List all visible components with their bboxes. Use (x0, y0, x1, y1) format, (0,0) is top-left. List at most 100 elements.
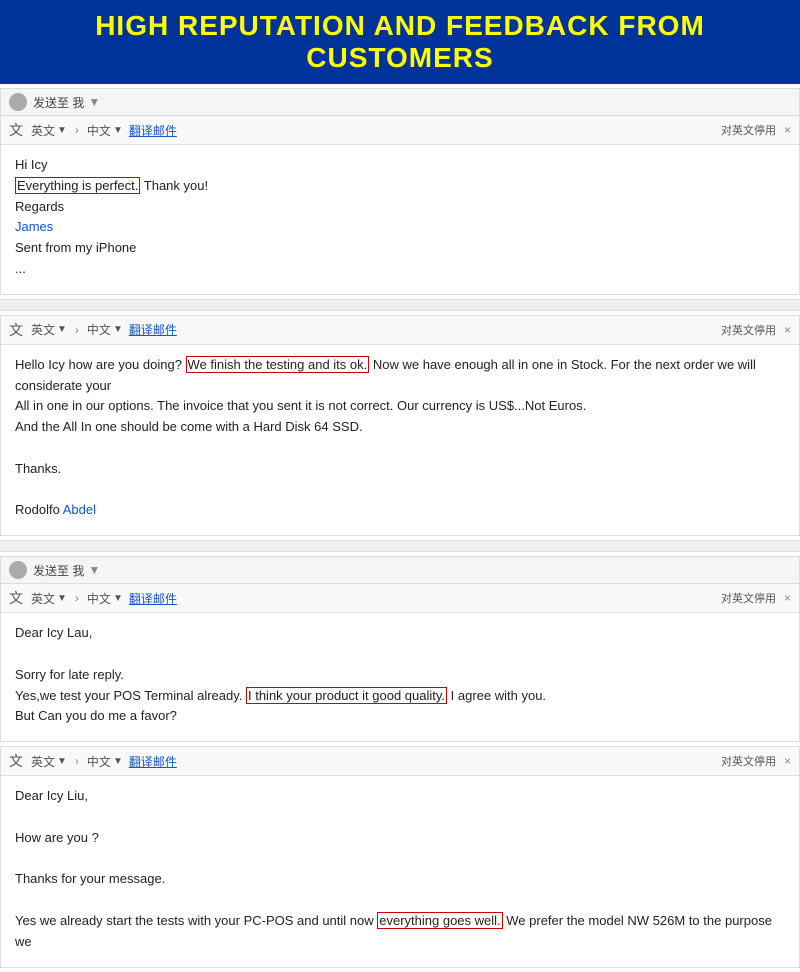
email2-sig-blue: Abdel (63, 502, 96, 517)
email1-sent: Sent from my iPhone (15, 238, 785, 259)
email1-line1: Everything is perfect. Thank you! (15, 176, 785, 197)
dropdown-arrow-3[interactable]: ▼ (88, 563, 100, 577)
close-btn-4[interactable]: × (784, 754, 791, 768)
lang-arrow-right-4: › (75, 754, 79, 768)
email-body-4: Dear Icy Liu, How are you ? Thanks for y… (1, 776, 799, 966)
translate-link-2[interactable]: 翻译邮件 (129, 321, 177, 338)
email-body-3: Dear Icy Lau, Sorry for late reply. Yes,… (1, 613, 799, 741)
lang-from-label-1: 英文 (31, 122, 55, 139)
email-block-1: 发送至 我 ▼ 文 英文 ▼ › 中文 ▼ 翻译邮件 对英文停用 × Hi Ic… (0, 88, 800, 295)
email3-line2: Yes,we test your POS Terminal already. I… (15, 686, 785, 707)
translate-bar-right-4: 对英文停用 × (721, 753, 791, 769)
send-to-bar-3: 发送至 我 ▼ (1, 557, 799, 584)
email-body-2: Hello Icy how are you doing? We finish t… (1, 345, 799, 535)
divider-1 (0, 299, 800, 311)
email2-highlight: We finish the testing and its ok. (186, 356, 370, 373)
translate-bar-1: 文 英文 ▼ › 中文 ▼ 翻译邮件 对英文停用 × (1, 116, 799, 145)
email2-line1-before: Hello Icy how are you doing? (15, 357, 186, 372)
translate-link-1[interactable]: 翻译邮件 (129, 122, 177, 139)
email1-name: James (15, 217, 785, 238)
translate-icon-3: 文 (9, 588, 23, 608)
lang-from-btn-2[interactable]: 英文 ▼ (31, 321, 67, 338)
email-block-2: 文 英文 ▼ › 中文 ▼ 翻译邮件 对英文停用 × Hello Icy how… (0, 315, 800, 536)
lang-to-btn-2[interactable]: 中文 ▼ (87, 321, 123, 338)
send-to-text-3: 发送至 我 (33, 562, 84, 579)
english-only-2: 对英文停用 (721, 322, 776, 338)
close-btn-1[interactable]: × (784, 123, 791, 137)
lang-from-arrow-2: ▼ (57, 324, 67, 335)
lang-to-label-3: 中文 (87, 590, 111, 607)
dropdown-arrow-1[interactable]: ▼ (88, 95, 100, 109)
header-banner: HIGH REPUTATION AND FEEDBACK FROM CUSTOM… (0, 0, 800, 84)
email2-line3: And the All In one should be come with a… (15, 417, 785, 438)
lang-from-arrow-4: ▼ (57, 756, 67, 767)
translate-bar-right-1: 对英文停用 × (721, 122, 791, 138)
close-btn-2[interactable]: × (784, 323, 791, 337)
translate-bar-right-2: 对英文停用 × (721, 322, 791, 338)
email4-line1: How are you ? (15, 828, 785, 849)
translate-bar-4: 文 英文 ▼ › 中文 ▼ 翻译邮件 对英文停用 × (1, 747, 799, 776)
lang-from-label-3: 英文 (31, 590, 55, 607)
close-btn-3[interactable]: × (784, 591, 791, 605)
lang-arrow-right-3: › (75, 591, 79, 605)
translate-bar-3: 文 英文 ▼ › 中文 ▼ 翻译邮件 对英文停用 × (1, 584, 799, 613)
translate-bar-right-3: 对英文停用 × (721, 590, 791, 606)
translate-link-4[interactable]: 翻译邮件 (129, 753, 177, 770)
lang-to-arrow-3: ▼ (113, 593, 123, 604)
email2-sig-normal: Rodolfo (15, 502, 63, 517)
email4-highlight: everything goes well. (377, 912, 502, 929)
lang-to-arrow-1: ▼ (113, 125, 123, 136)
email1-line1-after: Thank you! (144, 178, 208, 193)
lang-from-label-4: 英文 (31, 753, 55, 770)
lang-from-btn-3[interactable]: 英文 ▼ (31, 590, 67, 607)
avatar-3 (9, 561, 27, 579)
email1-greeting: Hi Icy (15, 155, 785, 176)
email3-line2-before: Yes,we test your POS Terminal already. (15, 688, 246, 703)
email2-line1: Hello Icy how are you doing? We finish t… (15, 355, 785, 397)
lang-to-label-1: 中文 (87, 122, 111, 139)
translate-icon-1: 文 (9, 120, 23, 140)
lang-from-btn-1[interactable]: 英文 ▼ (31, 122, 67, 139)
email2-thanks: Thanks. (15, 459, 785, 480)
english-only-4: 对英文停用 (721, 753, 776, 769)
english-only-3: 对英文停用 (721, 590, 776, 606)
email2-line2: All in one in our options. The invoice t… (15, 396, 785, 417)
lang-from-btn-4[interactable]: 英文 ▼ (31, 753, 67, 770)
email4-line3-before: Yes we already start the tests with your… (15, 913, 377, 928)
send-to-bar-1: 发送至 我 ▼ (1, 89, 799, 116)
lang-to-arrow-2: ▼ (113, 324, 123, 335)
email1-regards: Regards (15, 197, 785, 218)
divider-2 (0, 540, 800, 552)
email4-greeting: Dear Icy Liu, (15, 786, 785, 807)
email3-line1: Sorry for late reply. (15, 665, 785, 686)
send-to-text-1: 发送至 我 (33, 94, 84, 111)
email2-signature: Rodolfo Abdel (15, 500, 785, 521)
lang-arrow-right-2: › (75, 323, 79, 337)
email-block-4: 文 英文 ▼ › 中文 ▼ 翻译邮件 对英文停用 × Dear Icy Liu,… (0, 746, 800, 967)
lang-to-btn-4[interactable]: 中文 ▼ (87, 753, 123, 770)
email-body-1: Hi Icy Everything is perfect. Thank you!… (1, 145, 799, 294)
email3-highlight: I think your product it good quality. (246, 687, 447, 704)
email1-dots: ... (15, 259, 785, 280)
lang-to-btn-1[interactable]: 中文 ▼ (87, 122, 123, 139)
lang-to-label-4: 中文 (87, 753, 111, 770)
lang-arrow-right-1: › (75, 123, 79, 137)
lang-to-btn-3[interactable]: 中文 ▼ (87, 590, 123, 607)
email4-line3: Yes we already start the tests with your… (15, 911, 785, 953)
translate-icon-4: 文 (9, 751, 23, 771)
email3-line2-after: I agree with you. (447, 688, 546, 703)
translate-link-3[interactable]: 翻译邮件 (129, 590, 177, 607)
english-only-1: 对英文停用 (721, 122, 776, 138)
translate-bar-2: 文 英文 ▼ › 中文 ▼ 翻译邮件 对英文停用 × (1, 316, 799, 345)
lang-to-arrow-4: ▼ (113, 756, 123, 767)
translate-icon-2: 文 (9, 320, 23, 340)
email1-highlight: Everything is perfect. (15, 177, 140, 194)
email3-line3: But Can you do me a favor? (15, 706, 785, 727)
lang-to-label-2: 中文 (87, 321, 111, 338)
lang-from-arrow-1: ▼ (57, 125, 67, 136)
lang-from-arrow-3: ▼ (57, 593, 67, 604)
email-block-3: 发送至 我 ▼ 文 英文 ▼ › 中文 ▼ 翻译邮件 对英文停用 × Dear … (0, 556, 800, 742)
lang-from-label-2: 英文 (31, 321, 55, 338)
avatar-1 (9, 93, 27, 111)
email4-line2: Thanks for your message. (15, 869, 785, 890)
